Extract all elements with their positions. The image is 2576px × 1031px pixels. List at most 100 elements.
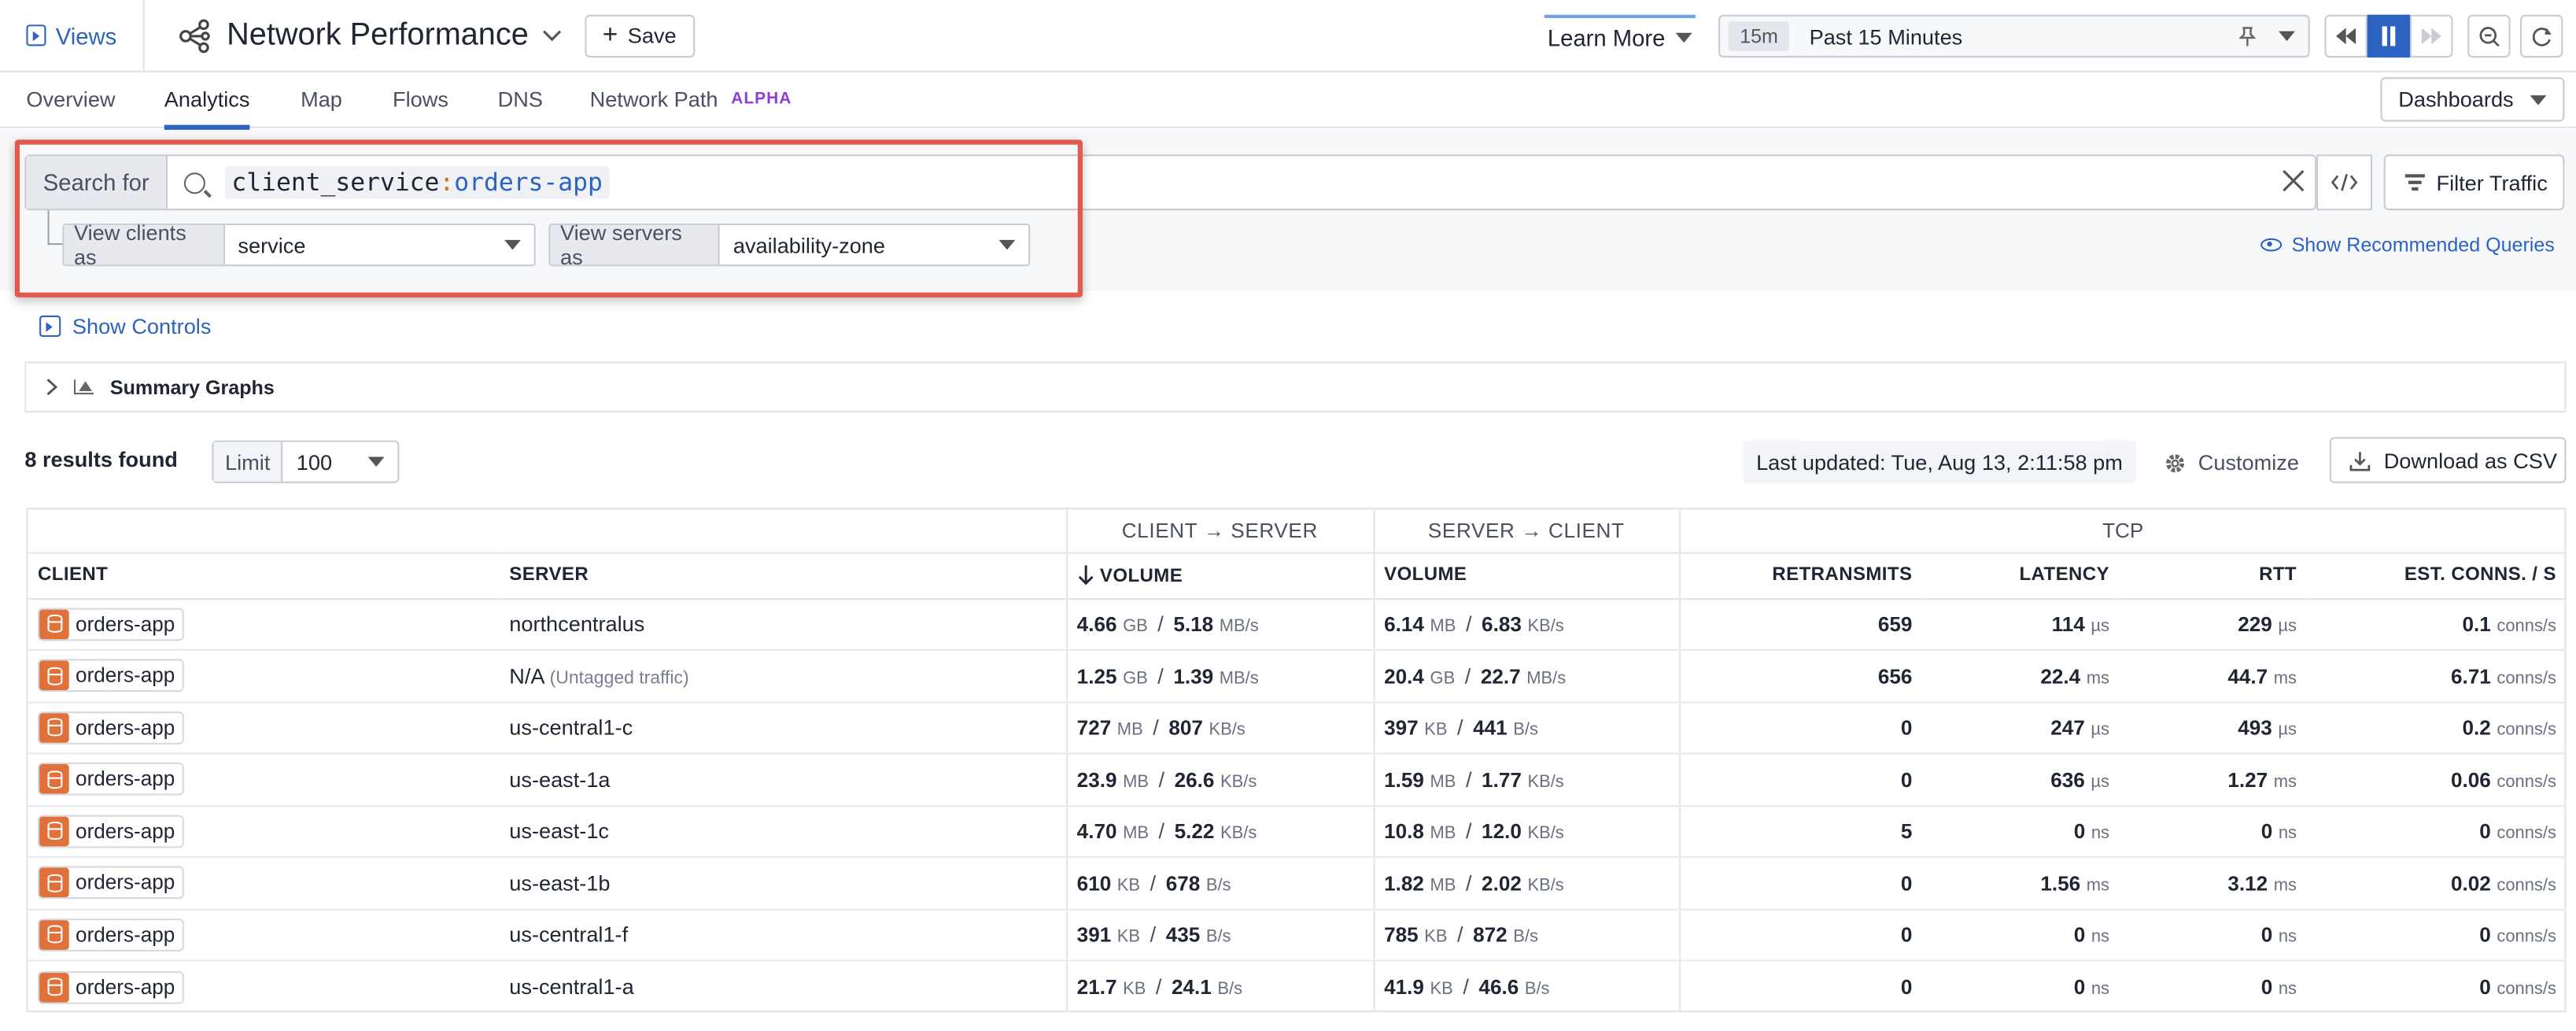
table-row[interactable]: orders-app N/A (Untagged traffic) 1.25 GB /… xyxy=(28,649,2567,703)
rate-value: 26.6 xyxy=(1174,768,1215,792)
dashboards-dropdown[interactable]: Dashboards xyxy=(2380,77,2565,122)
learn-more-dropdown[interactable]: Learn More xyxy=(1544,14,1695,57)
latency-unit: ms xyxy=(2086,875,2109,896)
limit-select[interactable]: Limit 100 xyxy=(212,440,400,483)
column-header-client[interactable]: CLIENT xyxy=(28,552,500,600)
network-graph-icon xyxy=(179,18,210,53)
limit-label: Limit xyxy=(213,442,284,482)
column-header-volume-server-client[interactable]: VOLUME xyxy=(1372,552,1679,600)
volume-value: 21.7 xyxy=(1076,976,1117,1000)
query-key: client_service xyxy=(231,167,440,198)
tab-dns[interactable]: DNS xyxy=(498,72,543,127)
tab-network-path[interactable]: Network Path ALPHA xyxy=(590,72,792,127)
column-header-est-conns[interactable]: EST. CONNS. / S xyxy=(2306,552,2567,600)
volume-client-server-cell: 4.66 GB / 5.18 MB/s xyxy=(1065,598,1374,651)
client-service-chip[interactable]: orders-app xyxy=(38,918,185,952)
search-query-chip[interactable]: client_service:orders-app xyxy=(225,165,610,199)
learn-more-label: Learn More xyxy=(1547,24,1666,51)
pause-button[interactable] xyxy=(2367,14,2411,58)
column-header-rtt[interactable]: RTT xyxy=(2119,552,2307,600)
volume-server-client-cell: 41.9 KB / 46.6 B/s xyxy=(1372,960,1679,1013)
view-clients-select[interactable]: View clients as service xyxy=(62,220,536,269)
client-cell: orders-app xyxy=(28,805,500,858)
client-service-chip[interactable]: orders-app xyxy=(38,659,185,693)
customize-button[interactable]: Customize xyxy=(2164,450,2299,475)
rate-unit: KB/s xyxy=(1527,875,1564,896)
column-header-latency[interactable]: LATENCY xyxy=(1921,552,2120,600)
rate-value: 872 xyxy=(1473,923,1508,948)
time-range-picker[interactable]: 15m Past 15 Minutes xyxy=(1718,14,2310,58)
rewind-button[interactable] xyxy=(2324,14,2367,58)
column-header-volume-client-server[interactable]: VOLUME xyxy=(1065,552,1374,600)
volume-value: 23.9 xyxy=(1076,768,1117,792)
server-cell: us-central1-a xyxy=(500,960,1066,1012)
last-updated-text: Last updated: Tue, Aug 13, 2:11:58 pm xyxy=(1743,440,2136,483)
rtt-cell: 3.12 ms xyxy=(2119,856,2307,910)
filter-traffic-button[interactable]: Filter Traffic xyxy=(2383,154,2565,211)
separator: / xyxy=(1150,870,1157,896)
view-servers-select[interactable]: View servers as availability-zone xyxy=(548,220,1031,269)
code-view-button[interactable] xyxy=(2316,154,2373,211)
client-service-chip[interactable]: orders-app xyxy=(38,763,185,796)
table-row[interactable]: orders-app us-central1-f 391 KB/435 B/s 78… xyxy=(28,908,2567,962)
caret-down-icon[interactable] xyxy=(2279,31,2295,42)
latency-value: 0 xyxy=(2073,976,2086,1000)
view-clients-value[interactable]: service xyxy=(225,225,534,264)
table-row[interactable]: orders-app us-east-1b 610 KB / 678 B/s 1.82 … xyxy=(28,856,2567,910)
zoom-out-button[interactable] xyxy=(2467,14,2511,58)
column-header-server[interactable]: SERVER xyxy=(499,552,1067,600)
filter-traffic-label: Filter Traffic xyxy=(2436,170,2548,195)
table-row[interactable]: orders-app northcentralus 4.66 GB / 5.18 MB… xyxy=(28,598,2567,651)
tab-overview[interactable]: Overview xyxy=(26,72,115,127)
results-toolbar: 8 results found Limit 100 Last updated: … xyxy=(24,437,2567,483)
table-row[interactable]: orders-app us-east-1c 4.70 MB/5.22 KB/s 10… xyxy=(28,805,2567,858)
rate-unit: KB/s xyxy=(1220,771,1257,792)
client-service-chip[interactable]: orders-app xyxy=(38,711,185,745)
volume-client-server-cell: 21.7 KB / 24.1 B/s xyxy=(1065,960,1374,1013)
summary-graphs-toggle[interactable]: Summary Graphs xyxy=(24,361,2567,413)
save-button[interactable]: + Save xyxy=(584,13,695,57)
page-title-dropdown[interactable]: Network Performance xyxy=(178,17,562,54)
column-header-retransmits[interactable]: RETRANSMITS xyxy=(1677,552,1922,600)
view-servers-label: View servers as xyxy=(550,220,721,269)
rate-unit: B/s xyxy=(1513,927,1538,948)
page-title: Network Performance xyxy=(227,17,529,52)
show-controls-link[interactable]: Show Controls xyxy=(39,314,211,338)
latency-cell: 22.4 ms xyxy=(1921,649,2120,703)
volume-unit: KB xyxy=(1424,927,1448,948)
tab-label: Flows xyxy=(393,87,448,112)
views-button[interactable]: Views xyxy=(0,0,145,72)
tab-analytics[interactable]: Analytics xyxy=(164,72,250,129)
table-row[interactable]: orders-app us-east-1a 23.9 MB/26.6 KB/s 1.… xyxy=(28,753,2567,807)
client-service-chip[interactable]: orders-app xyxy=(38,970,185,1003)
rate-value: 6.83 xyxy=(1482,613,1522,637)
est-conns-unit: conns/s xyxy=(2497,720,2556,741)
client-service-chip[interactable]: orders-app xyxy=(38,866,185,900)
separator: / xyxy=(1465,819,1472,844)
close-icon[interactable] xyxy=(2282,169,2305,192)
tab-flows[interactable]: Flows xyxy=(393,72,448,127)
fast-forward-button[interactable] xyxy=(2410,14,2453,58)
view-servers-value[interactable]: availability-zone xyxy=(720,225,1028,264)
limit-value[interactable]: 100 xyxy=(283,442,398,482)
pin-icon[interactable] xyxy=(2238,26,2256,46)
tab-map[interactable]: Map xyxy=(301,72,342,127)
caret-down-icon xyxy=(998,239,1016,250)
rate-unit: MB/s xyxy=(1219,616,1259,637)
table-row[interactable]: orders-app us-central1-c 727 MB / 807 KB/s 3… xyxy=(28,701,2567,755)
client-service-chip[interactable]: orders-app xyxy=(38,608,185,641)
download-csv-button[interactable]: Download as CSV xyxy=(2329,437,2567,483)
database-icon xyxy=(39,712,69,743)
client-service-chip[interactable]: orders-app xyxy=(38,815,185,848)
volume-value: 397 xyxy=(1384,716,1419,741)
rate-unit: KB/s xyxy=(1527,771,1564,792)
save-label: Save xyxy=(627,23,677,48)
latency-cell: 247 µs xyxy=(1921,701,2120,755)
search-bar[interactable]: Search for client_service:orders-app xyxy=(24,154,2317,211)
show-recommended-queries-link[interactable]: Show Recommended Queries xyxy=(2260,233,2555,257)
refresh-button[interactable] xyxy=(2519,14,2563,58)
tab-label: Overview xyxy=(26,87,116,112)
results-count: 8 results found xyxy=(24,446,178,472)
views-label: Views xyxy=(55,22,117,49)
table-row[interactable]: orders-app us-central1-a 21.7 KB / 24.1 B/s… xyxy=(28,960,2566,1013)
